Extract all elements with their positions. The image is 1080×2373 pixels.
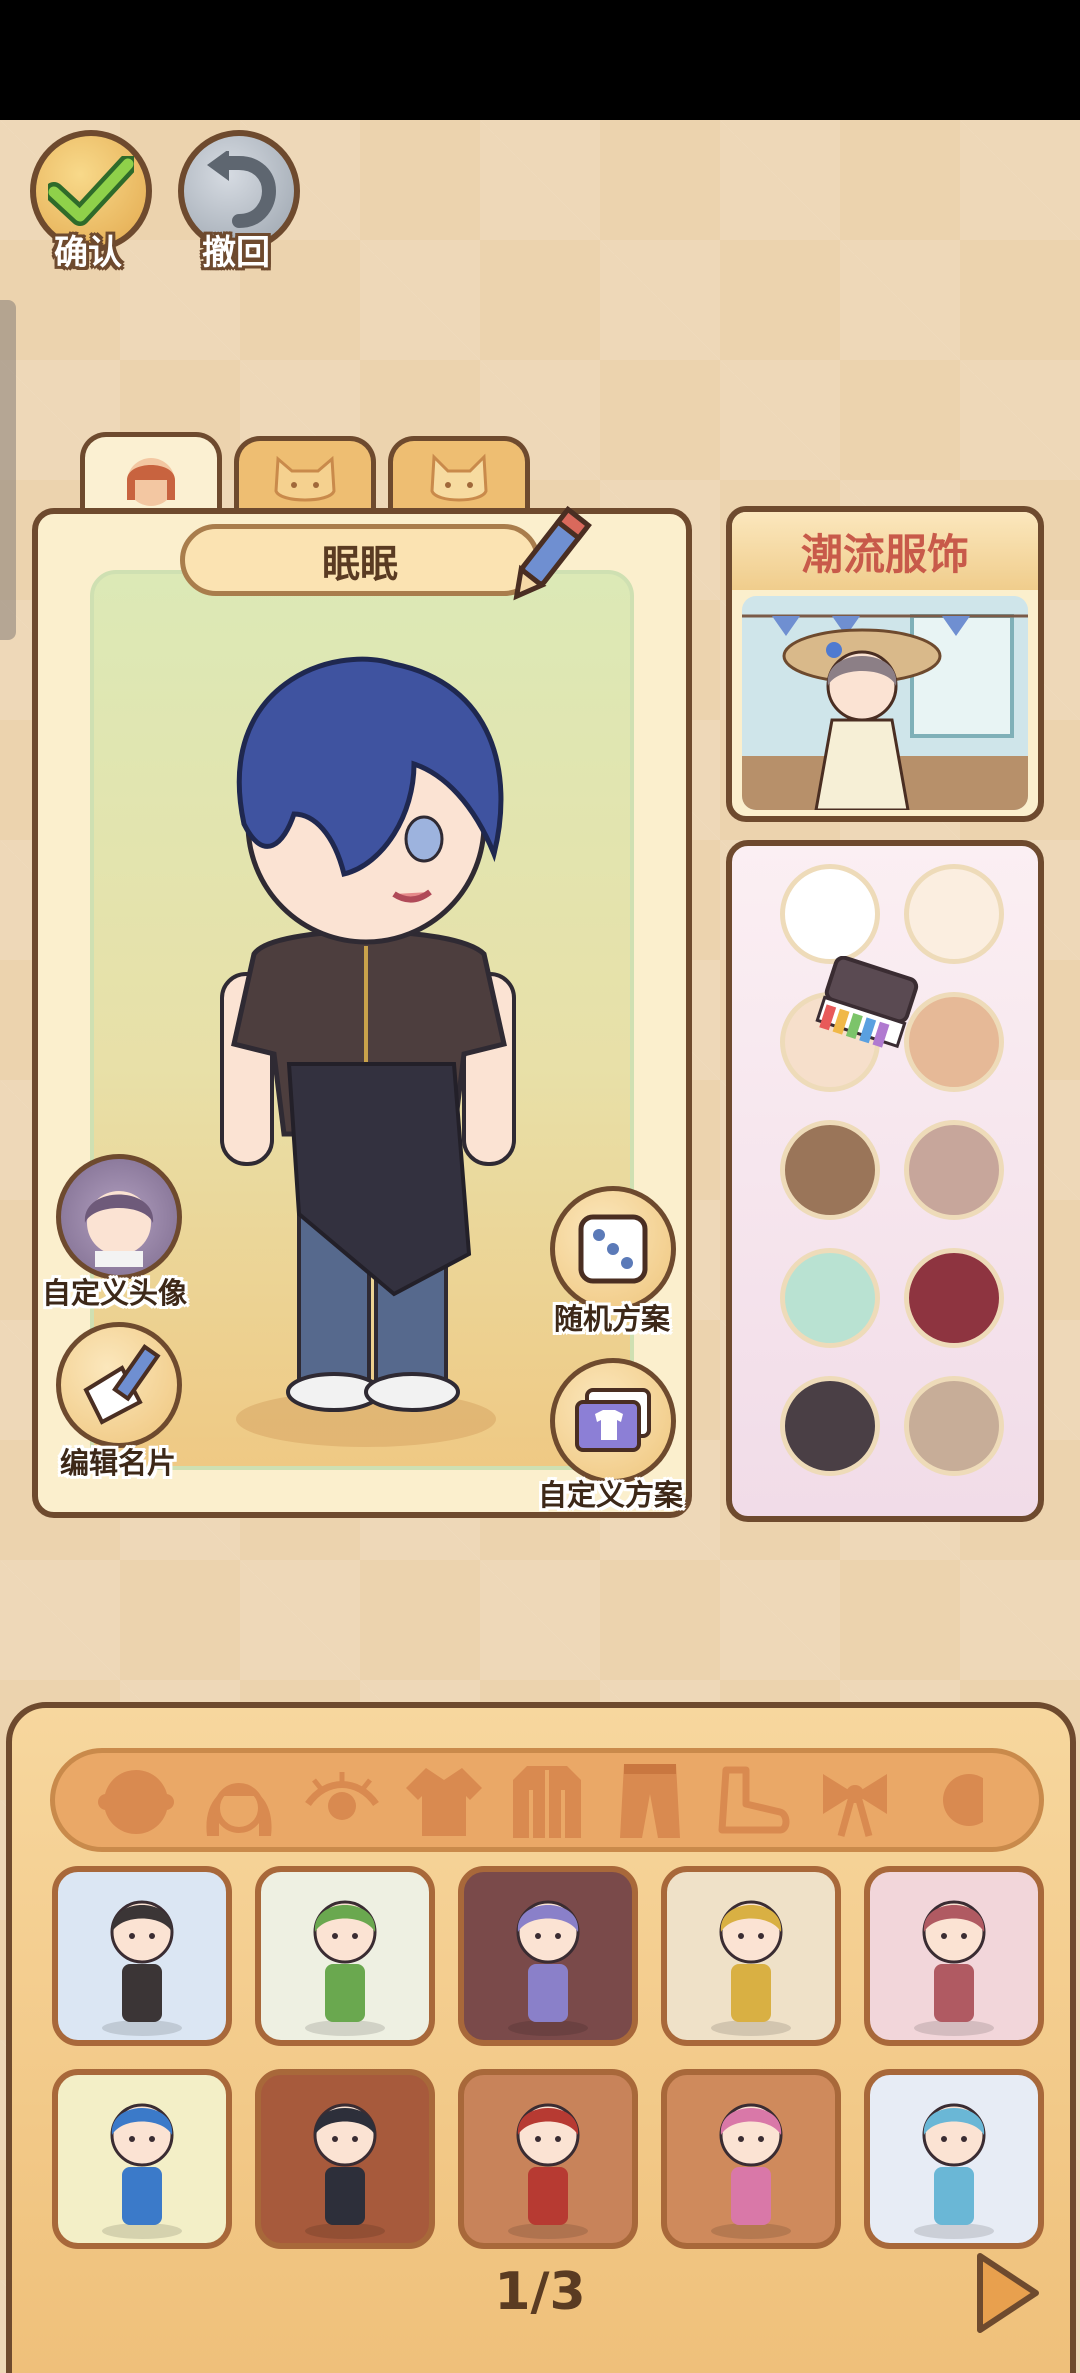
trend-fashion-preview: [742, 596, 1028, 810]
outfit-figure: [711, 1900, 791, 2036]
character-name-plate[interactable]: 眠眠: [180, 524, 540, 596]
shirt-icon[interactable]: [402, 1758, 486, 1842]
character-figure[interactable]: [94, 574, 634, 1470]
pencil-icon[interactable]: [498, 502, 594, 612]
outfit-thumbnail[interactable]: [458, 2069, 638, 2249]
edit-card-button[interactable]: [56, 1322, 182, 1448]
page-indicator: 1/3: [494, 2262, 586, 2322]
outfit-figure: [914, 2103, 994, 2239]
outfit-thumbnail[interactable]: [661, 1866, 841, 2046]
custom-plan-button[interactable]: [550, 1358, 676, 1484]
outfit-thumbnail[interactable]: [255, 1866, 435, 2046]
outfit-figure: [305, 1900, 385, 2036]
confirm-label: 确认: [54, 233, 122, 273]
category-bar[interactable]: [50, 1748, 1044, 1852]
accessory-icon[interactable]: [916, 1758, 1000, 1842]
random-plan-button[interactable]: [550, 1186, 676, 1312]
bow-icon[interactable]: [813, 1758, 897, 1842]
dice-icon: [578, 1214, 648, 1284]
tab-cat[interactable]: [234, 436, 376, 516]
checkmark-icon: [48, 156, 134, 226]
custom-avatar-button[interactable]: [56, 1154, 182, 1280]
outfit-figure: [102, 2103, 182, 2239]
edit-card-icon: [83, 1344, 161, 1425]
cat-face-icon: [274, 455, 336, 501]
pants-icon[interactable]: [608, 1758, 692, 1842]
next-page-arrow-icon[interactable]: [972, 2250, 1042, 2336]
outfit-figure: [914, 1900, 994, 2036]
eye-icon[interactable]: [300, 1758, 384, 1842]
side-drawer-handle[interactable]: [0, 300, 16, 640]
character-panel: 眠眠 自定义头像 编辑名片 随机方案 自定义方案: [32, 505, 692, 1518]
outfit-figure: [508, 1900, 588, 2036]
outfit-figure: [508, 2103, 588, 2239]
color-swatch[interactable]: [904, 1120, 1004, 1220]
character-stage: [90, 570, 634, 1470]
brush-icon: [815, 956, 919, 1049]
color-swatch[interactable]: [780, 1376, 880, 1476]
color-swatch[interactable]: [904, 864, 1004, 964]
outfit-thumbnail[interactable]: [458, 1866, 638, 2046]
outfit-thumbnail[interactable]: [255, 2069, 435, 2249]
color-swatch[interactable]: [780, 864, 880, 964]
face-icon[interactable]: [94, 1758, 178, 1842]
dog-face-icon: [430, 453, 488, 501]
color-swatch[interactable]: [904, 1248, 1004, 1348]
outfit-figure: [305, 2103, 385, 2239]
coat-icon[interactable]: [505, 1758, 589, 1842]
undo-arrow-icon: [207, 151, 277, 228]
outfit-thumbnail[interactable]: [864, 1866, 1044, 2046]
character-name: 眠眠: [321, 541, 398, 586]
custom-plan-label: 自定义方案: [538, 1478, 684, 1512]
color-swatch[interactable]: [780, 1120, 880, 1220]
status-bar: [0, 0, 1080, 120]
color-swatch[interactable]: [780, 1248, 880, 1348]
outfit-cards-icon: [575, 1388, 651, 1452]
trend-fashion-title: 潮流服饰: [732, 512, 1038, 590]
girl-face-icon: [127, 457, 175, 506]
edit-card-label: 编辑名片: [60, 1446, 177, 1480]
random-plan-label: 随机方案: [554, 1302, 671, 1336]
avatar-icon: [84, 1191, 154, 1267]
color-swatch[interactable]: [904, 1376, 1004, 1476]
hair-icon[interactable]: [197, 1758, 281, 1842]
undo-label: 撤回: [202, 233, 270, 273]
outfit-thumbnail[interactable]: [52, 1866, 232, 2046]
trend-fashion-card[interactable]: 潮流服饰: [726, 506, 1044, 822]
outfit-thumbnail[interactable]: [864, 2069, 1044, 2249]
outfit-figure: [102, 1900, 182, 2036]
custom-avatar-label: 自定义头像: [42, 1276, 188, 1310]
outfit-thumbnail[interactable]: [661, 2069, 841, 2249]
outfit-thumbnail[interactable]: [52, 2069, 232, 2249]
outfit-figure: [711, 2103, 791, 2239]
shoe-icon[interactable]: [710, 1758, 794, 1842]
color-palette: [726, 840, 1044, 1522]
